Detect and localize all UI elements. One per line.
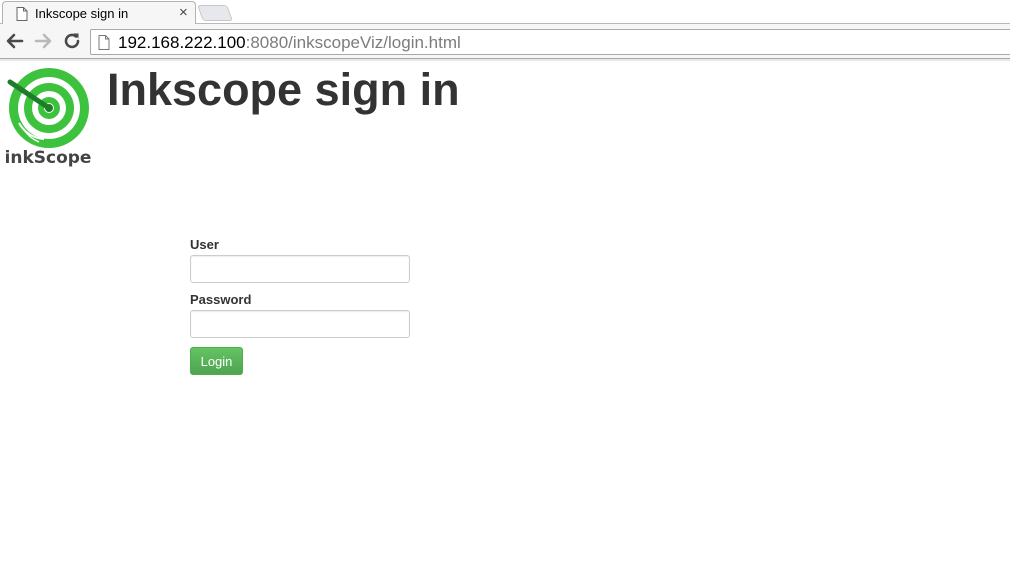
- browser-toolbar: 192.168.222.100:8080/inkscopeViz/login.h…: [0, 24, 1010, 59]
- address-bar[interactable]: 192.168.222.100:8080/inkscopeViz/login.h…: [90, 29, 1010, 55]
- forward-button[interactable]: [32, 30, 54, 52]
- logo-text: inkScope: [6, 148, 91, 168]
- login-form: User Password Login: [190, 237, 410, 375]
- url-host: 192.168.222.100: [118, 33, 246, 52]
- password-input[interactable]: [190, 310, 410, 338]
- arrow-left-icon: [6, 33, 24, 49]
- reload-icon: [64, 33, 80, 49]
- inkscope-logo: inkScope: [5, 65, 92, 169]
- browser-tabstrip: Inkscope sign in ×: [0, 0, 1010, 24]
- user-label: User: [190, 237, 219, 252]
- reload-button[interactable]: [61, 30, 83, 52]
- tab-title: Inkscope sign in: [35, 6, 129, 21]
- target-logo-icon: inkScope: [5, 68, 91, 168]
- page-icon: [16, 7, 28, 21]
- login-button[interactable]: Login: [190, 347, 243, 375]
- url-path: :8080/inkscopeViz/login.html: [245, 33, 461, 52]
- user-input[interactable]: [190, 255, 410, 283]
- browser-tab[interactable]: Inkscope sign in ×: [2, 1, 196, 24]
- toolbar-divider: [0, 59, 1010, 61]
- page-icon: [98, 35, 110, 50]
- back-button[interactable]: [4, 30, 26, 52]
- password-label: Password: [190, 292, 252, 307]
- arrow-right-icon: [34, 33, 52, 49]
- page-title: Inkscope sign in: [107, 64, 460, 115]
- url-text: 192.168.222.100:8080/inkscopeViz/login.h…: [118, 33, 461, 53]
- tab-close-icon[interactable]: ×: [179, 4, 188, 22]
- new-tab-button[interactable]: [197, 5, 233, 21]
